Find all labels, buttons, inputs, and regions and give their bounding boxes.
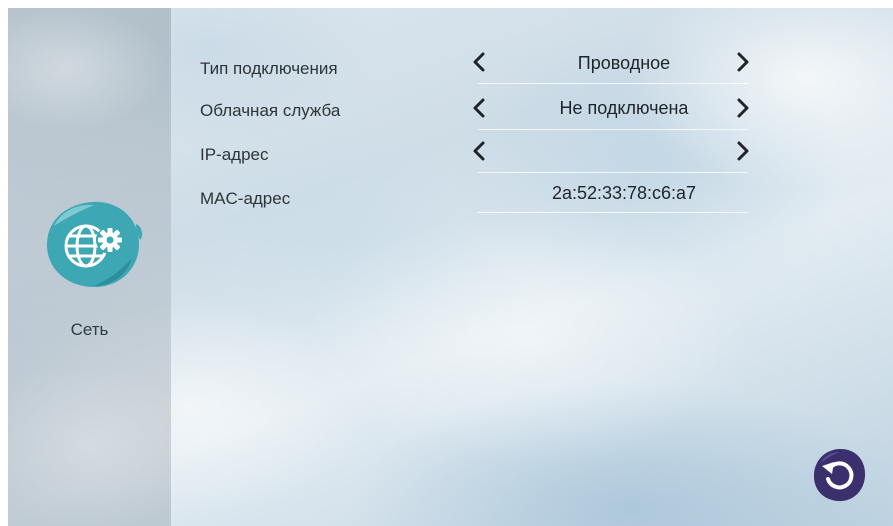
chevron-right-icon — [737, 141, 749, 161]
ip-address-label: IP-адрес — [200, 145, 269, 164]
connection-type-value: Проводное — [577, 53, 671, 73]
chevron-right-icon — [737, 98, 749, 118]
globe-gear-icon — [46, 201, 143, 288]
chevron-left-icon — [473, 52, 485, 72]
cloud-service-next-button[interactable] — [732, 96, 754, 120]
cloud-service-prev-button[interactable] — [468, 96, 490, 120]
mac-address-value: 2a:52:33:78:c6:a7 — [551, 183, 697, 203]
ip-address-prev-button[interactable] — [468, 139, 490, 163]
back-arrow-icon — [813, 448, 866, 502]
row-divider — [478, 83, 748, 84]
connection-type-label: Тип подключения — [200, 59, 338, 78]
network-settings-screen: Сеть Тип подключения Проводное Облачная … — [8, 8, 893, 526]
chevron-left-icon — [473, 98, 485, 118]
cloud-service-label: Облачная служба — [200, 101, 341, 120]
sidebar-item-network[interactable] — [42, 196, 144, 292]
mac-address-label: MAC-адрес — [200, 189, 291, 208]
connection-type-next-button[interactable] — [732, 50, 754, 74]
row-divider — [478, 212, 748, 213]
sidebar-item-network-label: Сеть — [70, 320, 109, 339]
chevron-left-icon — [473, 141, 485, 161]
sidebar: Сеть — [8, 8, 171, 526]
row-divider — [478, 129, 748, 130]
connection-type-prev-button[interactable] — [468, 50, 490, 74]
row-divider — [478, 172, 748, 173]
ip-address-next-button[interactable] — [732, 139, 754, 163]
back-button[interactable] — [810, 446, 868, 504]
cloud-service-value: Не подключена — [559, 98, 689, 118]
chevron-right-icon — [737, 52, 749, 72]
